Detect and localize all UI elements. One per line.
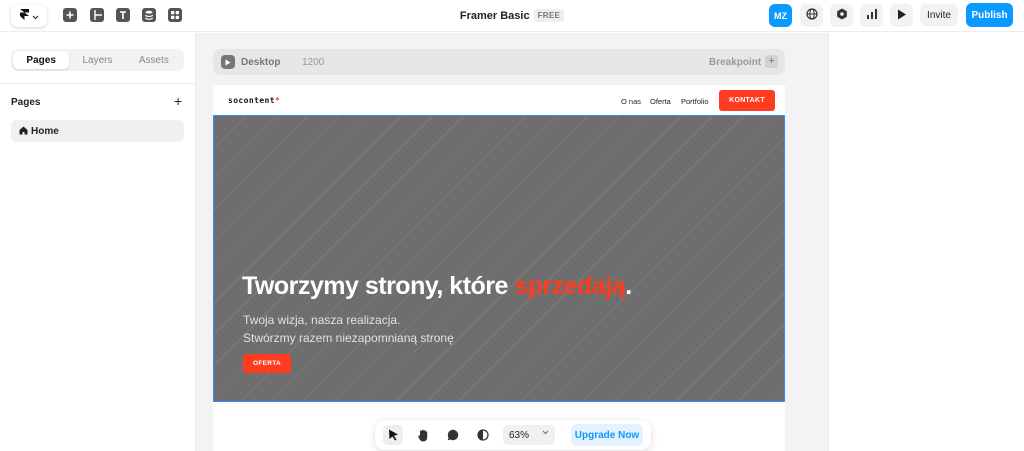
breakpoint-label[interactable]: Breakpoint [709,57,761,68]
dark-mode-icon [477,429,489,441]
globe-icon [805,7,818,25]
comment-tool-button[interactable] [443,425,463,445]
add-breakpoint-button[interactable]: + [765,55,778,68]
sidebar-divider [0,83,195,84]
site-settings-button[interactable] [800,4,823,27]
tab-layers[interactable]: Layers [69,51,125,69]
publish-button[interactable]: Publish [966,3,1013,27]
page-label: Home [31,125,59,137]
dark-mode-toggle[interactable] [473,425,493,445]
zoom-value: 63% [509,429,530,441]
plan-badge: FREE [533,9,565,22]
preview-button[interactable] [890,4,913,27]
hero-offer-button[interactable]: OFERTA [243,354,291,373]
play-icon [225,59,231,65]
breakpoint-bar[interactable]: Desktop 1200 Breakpoint + [213,49,785,75]
breakpoint-width: 1200 [302,57,325,68]
site-preview-frame[interactable]: socontent* O nas Oferta Portfolio KONTAK… [213,85,785,451]
nav-contact-button[interactable]: KONTAKT [719,90,775,111]
hero-title: Tworzymy strony, które sprzedają. [242,272,632,301]
add-page-button[interactable]: + [174,93,182,109]
tab-assets[interactable]: Assets [126,51,182,69]
hero-section[interactable]: Tworzymy strony, które sprzedają. Twoja … [213,115,785,402]
pages-section-title: Pages [11,97,41,108]
settings-icon [836,7,848,25]
nav-link-portfolio[interactable]: Portfolio [681,97,709,106]
hero-title-end: . [625,272,632,300]
hero-title-main: Tworzymy strony, które [242,272,515,300]
upgrade-now-button[interactable]: Upgrade Now [571,424,643,446]
breakpoint-preview-button[interactable] [221,55,235,69]
bottom-toolbar: 63% Upgrade Now [375,420,651,450]
hero-title-accent: sprzedają [514,272,626,300]
right-properties-panel [828,33,1024,451]
user-avatar[interactable]: MZ [769,4,792,27]
home-icon [19,126,28,135]
preview-play-icon [897,7,907,25]
breakpoint-name: Desktop [241,57,281,68]
nav-link-o-nas[interactable]: O nas [621,97,641,106]
zoom-select[interactable]: 63% [503,425,555,445]
sidebar-item-home[interactable]: Home [11,120,184,142]
settings-button[interactable] [830,4,853,27]
comment-icon [447,429,459,441]
cursor-icon [388,429,398,441]
site-logo[interactable]: socontent* [228,96,280,105]
hand-tool-button[interactable] [413,425,433,445]
hero-subtitle: Twoja wizja, nasza realizacja. Stwórzmy … [243,311,454,347]
hero-subtitle-line-1: Twoja wizja, nasza realizacja. [243,313,401,327]
select-tool-button[interactable] [383,425,403,445]
nav-link-oferta[interactable]: Oferta [650,97,671,106]
canvas[interactable]: Desktop 1200 Breakpoint + socontent* O n… [196,33,828,451]
site-logo-dot: * [274,96,281,105]
sidebar-tabs: Pages Layers Assets [11,49,184,71]
tab-pages[interactable]: Pages [13,51,70,69]
hero-subtitle-line-2: Stwórzmy razem niezapomnianą stronę [243,331,454,345]
analytics-button[interactable] [860,4,883,27]
chevron-down-icon [542,428,549,437]
left-sidebar: Pages Layers Assets Pages + Home [0,33,196,451]
analytics-icon [866,7,878,25]
top-bar: Framer Basic FREE MZ Invite Publish [0,0,1024,32]
invite-button[interactable]: Invite [920,4,958,26]
project-name: Framer Basic [459,10,530,22]
site-logo-text: socontent [228,96,275,105]
hand-icon [418,429,428,441]
